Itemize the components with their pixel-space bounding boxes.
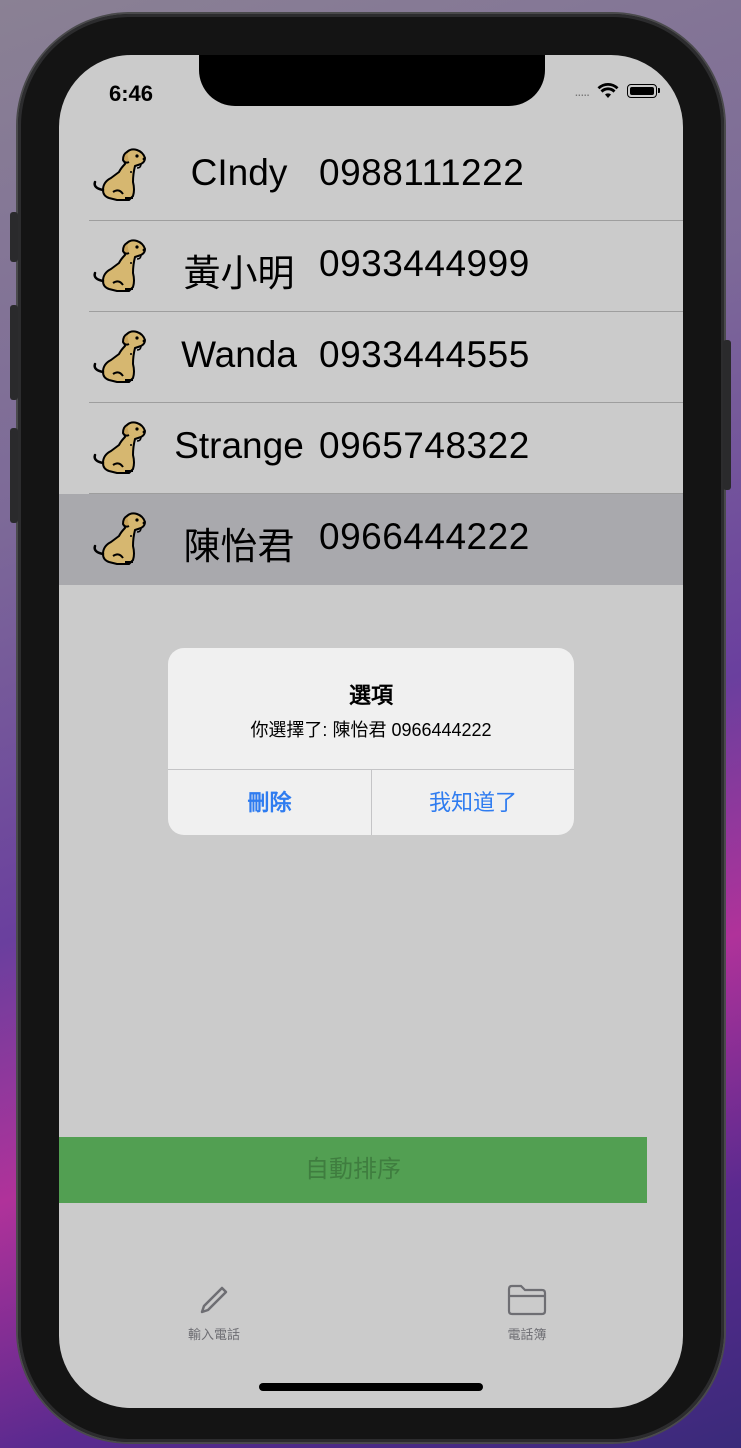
dog-avatar-icon [89,417,149,479]
dog-avatar-icon [89,326,149,388]
ok-button[interactable]: 我知道了 [372,770,574,835]
screen: 6:46 ..... CIndy 0988111222 黃小明 0933444999… [59,55,683,1408]
tab-input-phone[interactable]: 輸入電話 [144,1280,284,1343]
folder-icon [507,1284,547,1316]
pencil-icon [200,1286,228,1314]
dog-avatar-icon [89,235,149,297]
contact-phone: 0933444555 [319,334,530,375]
contact-name: 黃小明 [183,253,295,294]
delete-button[interactable]: 刪除 [168,770,371,835]
power-button [723,340,731,490]
status-time: 6:46 [109,81,154,106]
contact-name: Strange [174,425,304,466]
signal-icon: ..... [574,83,590,99]
contact-row[interactable]: Wanda 0933444555 [59,312,683,403]
mute-switch [10,212,18,262]
contact-row[interactable]: Strange 0965748322 [59,403,683,494]
contact-phone: 0988111222 [319,152,525,193]
contact-phone: 0965748322 [319,425,530,466]
contact-list: CIndy 0988111222 黃小明 0933444999 Wanda 09334… [59,130,683,585]
volume-up-button [10,305,18,400]
contact-row[interactable]: 黃小明 0933444999 [59,221,683,312]
notch [199,55,545,106]
tab-input-phone-label: 輸入電話 [187,1327,240,1342]
alert-dialog: 選項 你選擇了: 陳怡君 0966444222 刪除 我知道了 [168,648,574,835]
alert-title: 選項 [348,683,393,708]
dog-avatar-icon [89,508,149,570]
tab-phonebook-label: 電話簿 [507,1327,547,1342]
contact-name: CIndy [190,152,288,193]
wifi-icon [597,83,619,98]
home-indicator[interactable] [259,1383,483,1391]
status-icons: ..... [574,83,660,99]
volume-down-button [10,428,18,523]
contact-name: 陳怡君 [183,526,295,567]
dog-avatar-icon [89,144,149,206]
contact-phone: 0966444222 [319,516,530,557]
contact-phone: 0933444999 [319,243,530,284]
battery-icon [627,84,660,98]
contact-name: Wanda [181,334,297,375]
tab-phonebook[interactable]: 電話簿 [457,1280,597,1343]
auto-sort-button[interactable]: 自動排序 [59,1137,647,1203]
alert-message: 你選擇了: 陳怡君 0966444222 [250,720,492,740]
contact-row[interactable]: CIndy 0988111222 [59,130,683,221]
tab-bar: 輸入電話 電話簿 [59,1280,683,1360]
contact-row[interactable]: 陳怡君 0966444222 [59,494,683,585]
